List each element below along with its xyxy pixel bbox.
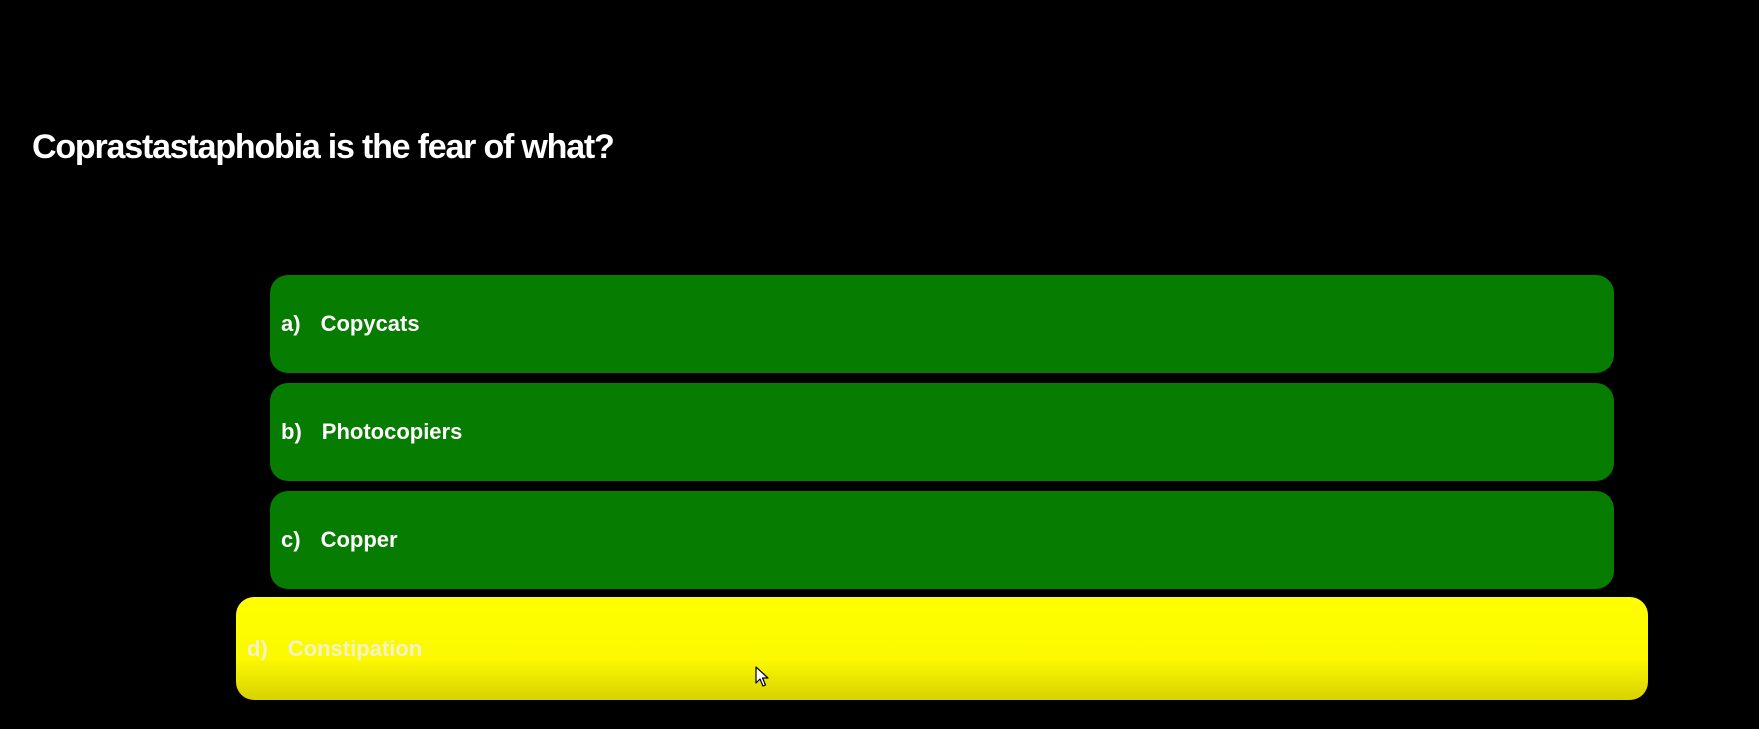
answer-option-d[interactable]: d) Constipation [236,597,1648,700]
answer-text: Copper [320,527,398,552]
answer-option-b[interactable]: b) Photocopiers [270,383,1614,481]
answer-letter: d) [247,635,268,661]
answer-option-c[interactable]: c) Copper [270,491,1614,589]
answer-letter: c) [281,527,301,552]
answer-letter: b) [281,419,302,444]
answer-text: Photocopiers [321,419,463,444]
answer-text: Copycats [320,311,420,336]
mouse-pointer-icon [755,666,769,687]
answer-letter: a) [281,311,301,336]
answer-text: Constipation [287,635,423,661]
answer-option-a[interactable]: a) Copycats [270,275,1614,373]
question-text: Coprastastaphobia is the fear of what? [32,128,615,166]
